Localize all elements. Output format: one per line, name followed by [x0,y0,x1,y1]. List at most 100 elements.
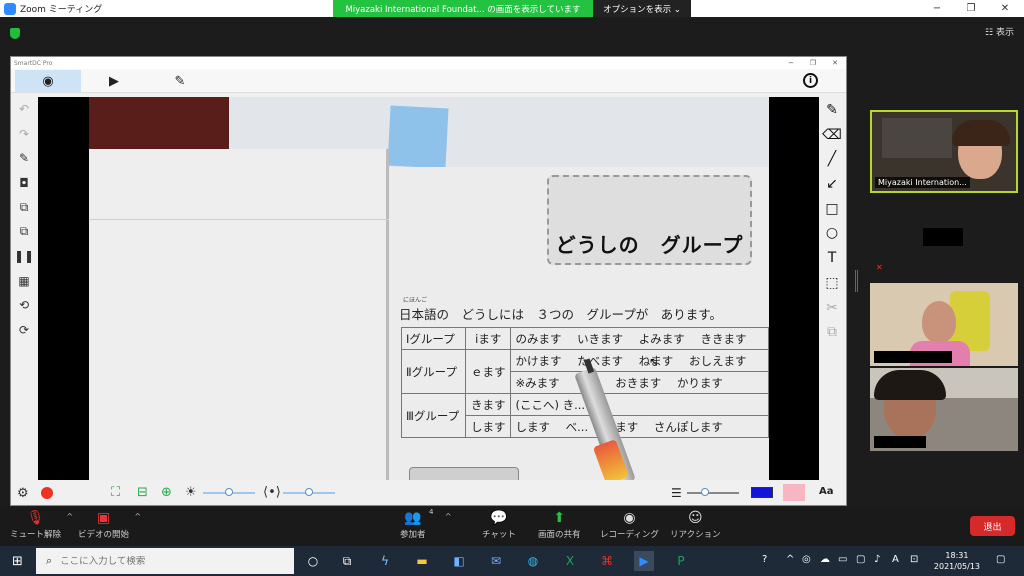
clock-date: 2021/05/13 [933,562,980,571]
participant-tile-active-speaker[interactable]: Miyazaki Internation... [870,110,1018,193]
settings-adjust-icon[interactable]: ⟲ [16,297,32,313]
reset-icon[interactable]: ⟳ [16,322,32,338]
participant-tile[interactable] [870,283,1018,366]
line-width-slider[interactable] [687,488,739,496]
start-video-button[interactable]: ▣ ビデオの開始 ^ [78,510,141,540]
pause-icon[interactable]: ❚❚ [14,248,34,264]
info-button[interactable]: i [803,73,818,88]
display-icon[interactable]: ▢ [856,554,865,565]
gear-icon[interactable]: ⚙ [17,486,29,501]
task-view-icon[interactable]: ⧉ [337,551,357,571]
panel-resize-handle[interactable] [855,270,858,292]
brightness-slider[interactable] [203,488,255,496]
volume-icon[interactable]: ♪ [874,554,880,565]
slider-knob[interactable] [225,488,233,496]
help-icon[interactable]: ? [762,554,767,565]
record-icon[interactable] [41,487,53,499]
record-button[interactable]: ◉ レコーディング [600,510,659,540]
chevron-up-icon[interactable]: ^ [445,512,452,521]
store-icon[interactable]: ◧ [449,551,469,571]
camera-icon[interactable]: ◘ [16,175,32,191]
search-input[interactable] [60,555,281,567]
chevron-up-icon[interactable]: ^ [134,512,141,521]
camera-live-view[interactable]: どうしの グループ にほんご 日本語の どうしには ３つの グループが あります… [38,97,819,480]
maximize-button[interactable]: ❐ [954,0,988,17]
rectangle-icon[interactable]: □ [823,200,841,218]
unmute-button[interactable]: 🎙 ミュート解除 ^ [10,510,73,540]
chat-icon: 💬 [490,510,508,526]
mouse-cursor-icon: ↖ [649,355,660,369]
suffix-cell: ⅰます [464,327,512,350]
notifications-icon[interactable]: ▢ [996,554,1005,565]
file-explorer-icon[interactable]: ▬ [412,551,432,571]
view-options-button[interactable]: オプションを表示 ⌄ [593,0,691,17]
font-button[interactable]: Aa [819,486,834,497]
windows-start-icon[interactable]: ⊞ [12,554,23,569]
search-icon: ⌕ [46,554,53,567]
pen-icon[interactable]: ✎ [823,101,841,119]
reactions-button[interactable]: ☺ リアクション [670,510,721,540]
redo-icon[interactable]: ↷ [16,126,32,142]
tab-whiteboard[interactable]: ✎ [147,70,213,92]
taskbar-search[interactable]: ⌕ [36,548,294,574]
annotate-icon[interactable]: ✎ [16,150,32,166]
slider-knob[interactable] [701,488,709,496]
taskbar-clock[interactable]: 18:31 2021/05/13 [934,550,980,572]
battery-icon[interactable]: ▭ [838,554,847,565]
participant-tile[interactable] [870,368,1018,451]
leave-meeting-button[interactable]: 退出 [970,516,1015,536]
minimize-button[interactable]: − [920,0,954,17]
slider-knob[interactable] [305,488,313,496]
ime-indicator[interactable]: A [892,554,899,565]
close-button[interactable]: ✕ [988,0,1022,17]
arrow-icon[interactable]: ↙ [823,175,841,193]
ime-mode-icon[interactable]: ⊡ [910,554,918,565]
circle-icon[interactable]: ○ [823,224,841,242]
text-icon[interactable]: T [823,249,841,267]
view-toggle-button[interactable]: ☷ 表示 [985,25,1014,38]
app-minimize-button[interactable]: − [780,59,802,67]
tab-live-view[interactable]: ◉ [15,70,81,92]
select-icon[interactable]: ⬚ [823,274,841,292]
word: ききます [700,331,747,346]
app-maximize-button[interactable]: ❐ [802,59,824,67]
split-view-icon[interactable]: ▦ [16,273,32,289]
edge-icon[interactable]: ◍ [523,551,543,571]
focus-icon[interactable]: ⊕ [161,485,172,500]
tab-playback[interactable]: ▶ [81,70,147,92]
fit-screen-icon[interactable]: ⛶ [111,485,120,500]
zoom-taskbar-icon[interactable]: ▶ [634,551,654,571]
mail-icon[interactable]: ✉ [486,551,506,571]
eraser-icon[interactable]: ⌫ [822,126,842,144]
flip-image-icon[interactable]: ⧉ [16,224,32,240]
undo-icon[interactable]: ↶ [16,101,32,117]
line-width-icon[interactable]: ☰ [671,486,682,500]
cloud-icon[interactable]: ☁ [820,554,830,565]
word: かります [676,375,723,390]
excel-icon[interactable]: X [560,551,580,571]
cortana-icon[interactable]: ○ [303,551,323,571]
acrobat-icon[interactable]: ⌘ [597,551,617,571]
share-screen-icon: ⬆ [553,510,566,526]
zoom-window-title: Zoom ミーティング [20,5,103,15]
zoom-out-frame-icon[interactable]: ⊟ [137,485,148,500]
participant-tile-video-off[interactable]: ✕ [870,200,1018,276]
highlight-color-swatch[interactable] [783,484,805,501]
rotate-image-icon[interactable]: ⧉ [16,199,32,215]
app-close-button[interactable]: ✕ [824,59,846,67]
line-icon[interactable]: ╱ [823,150,841,168]
network-icon[interactable]: ◎ [802,554,811,565]
chevron-up-icon[interactable]: ^ [66,512,73,521]
zoom-logo-icon [4,2,16,15]
participants-button[interactable]: 👥 参加者 4 ^ [400,508,452,540]
zoom-slider[interactable] [283,488,335,496]
share-screen-button[interactable]: ⬆ 画面の共有 [538,510,581,540]
chat-button[interactable]: 💬 チャット [482,510,516,540]
publisher-icon[interactable]: P [671,551,691,571]
cut-icon[interactable]: ✂ [823,299,841,317]
app-icon-lightning[interactable]: ϟ [375,551,395,571]
pen-color-swatch[interactable] [751,487,773,498]
chevron-up-icon[interactable]: ^ [786,554,794,565]
copy-icon[interactable]: ⧉ [823,323,841,341]
security-shield-icon[interactable] [10,28,20,39]
